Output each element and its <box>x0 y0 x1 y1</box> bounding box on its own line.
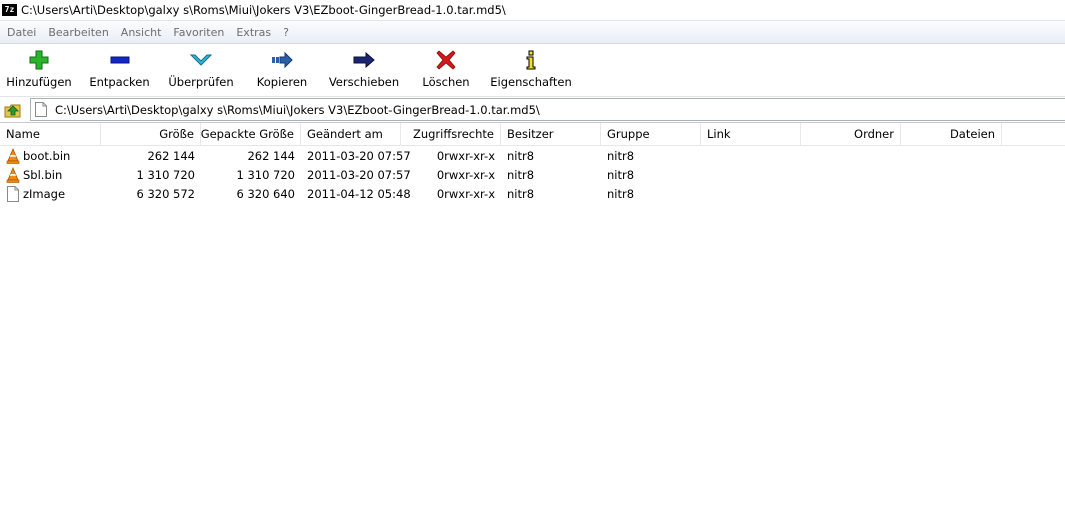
file-modified: 2011-03-20 07:57 <box>307 167 411 182</box>
file-list: boot.bin 262 144 262 144 2011-03-20 07:5… <box>0 146 1065 203</box>
vlc-cone-icon <box>6 166 20 183</box>
toolbar: Hinzufügen Entpacken Überprüfen Kopieren… <box>0 44 1065 97</box>
menu-extras[interactable]: Extras <box>231 26 278 39</box>
extract-button-label: Entpacken <box>89 75 150 89</box>
file-size: 6 320 572 <box>136 186 195 201</box>
test-button-label: Überprüfen <box>168 75 234 89</box>
column-header-link[interactable]: Link <box>701 123 801 145</box>
copy-button[interactable]: Kopieren <box>241 44 323 89</box>
delete-icon <box>434 49 458 71</box>
column-header-owner[interactable]: Besitzer <box>501 123 601 145</box>
file-name: boot.bin <box>23 148 71 163</box>
menu-datei[interactable]: Datei <box>2 26 43 39</box>
file-packed-size: 1 310 720 <box>236 167 295 182</box>
properties-button-label: Eigenschaften <box>490 75 572 89</box>
column-header-access[interactable]: Zugriffsrechte <box>401 123 501 145</box>
menu-bearbeiten[interactable]: Bearbeiten <box>43 26 115 39</box>
file-group: nitr8 <box>607 167 635 182</box>
extract-button[interactable]: Entpacken <box>78 44 161 89</box>
file-group: nitr8 <box>607 186 635 201</box>
menu-ansicht[interactable]: Ansicht <box>116 26 169 39</box>
extract-icon <box>108 49 132 71</box>
file-name-cell: zImage <box>0 184 101 203</box>
file-access: 0rwxr-xr-x <box>436 186 495 201</box>
add-button-label: Hinzufügen <box>6 75 72 89</box>
file-access: 0rwxr-xr-x <box>436 167 495 182</box>
delete-button[interactable]: Löschen <box>405 44 487 89</box>
file-size: 1 310 720 <box>136 167 195 182</box>
column-header-name[interactable]: Name <box>0 123 101 145</box>
column-header-group[interactable]: Gruppe <box>601 123 701 145</box>
file-name-cell: Sbl.bin <box>0 165 101 184</box>
file-name: zImage <box>23 186 66 201</box>
column-header-size[interactable]: Größe <box>101 123 201 145</box>
address-path: C:\Users\Arti\Desktop\galxy s\Roms\Miui\… <box>55 102 540 117</box>
file-list-header: Name Größe Gepackte Größe Geändert am Zu… <box>0 123 1065 146</box>
folder-up-icon <box>4 104 21 117</box>
move-button[interactable]: Verschieben <box>323 44 405 89</box>
delete-button-label: Löschen <box>422 75 470 89</box>
column-header-folders[interactable]: Ordner <box>801 123 901 145</box>
add-icon <box>27 49 51 71</box>
file-owner: nitr8 <box>507 167 535 182</box>
file-name: Sbl.bin <box>23 167 63 182</box>
file-modified: 2011-04-12 05:48 <box>307 186 411 201</box>
file-owner: nitr8 <box>507 148 535 163</box>
file-size: 262 144 <box>147 148 195 163</box>
table-row[interactable]: boot.bin 262 144 262 144 2011-03-20 07:5… <box>0 146 1065 165</box>
properties-button[interactable]: Eigenschaften <box>487 44 575 89</box>
move-button-label: Verschieben <box>328 75 400 89</box>
column-header-files[interactable]: Dateien <box>901 123 1002 145</box>
document-icon <box>35 102 47 117</box>
test-icon <box>189 49 213 71</box>
menu-bar: Datei Bearbeiten Ansicht Favoriten Extra… <box>0 20 1065 44</box>
test-button[interactable]: Überprüfen <box>161 44 241 89</box>
title-bar: 7z C:\Users\Arti\Desktop\galxy s\Roms\Mi… <box>0 0 1065 20</box>
move-icon <box>352 49 376 71</box>
address-bar: C:\Users\Arti\Desktop\galxy s\Roms\Miui\… <box>0 97 1065 123</box>
document-icon <box>7 185 19 202</box>
address-field[interactable]: C:\Users\Arti\Desktop\galxy s\Roms\Miui\… <box>30 98 1065 121</box>
file-packed-size: 6 320 640 <box>236 186 295 201</box>
file-group: nitr8 <box>607 148 635 163</box>
file-access: 0rwxr-xr-x <box>436 148 495 163</box>
add-button[interactable]: Hinzufügen <box>0 44 78 89</box>
window-title: C:\Users\Arti\Desktop\galxy s\Roms\Miui\… <box>21 3 506 17</box>
table-row[interactable]: zImage 6 320 572 6 320 640 2011-04-12 05… <box>0 184 1065 203</box>
vlc-cone-icon <box>6 147 20 164</box>
file-name-cell: boot.bin <box>0 146 101 165</box>
app-window: 7z C:\Users\Arti\Desktop\galxy s\Roms\Mi… <box>0 0 1065 530</box>
7zip-app-icon: 7z <box>2 4 17 16</box>
file-packed-size: 262 144 <box>247 148 295 163</box>
copy-button-label: Kopieren <box>256 75 308 89</box>
info-icon <box>519 49 543 71</box>
file-modified: 2011-03-20 07:57 <box>307 148 411 163</box>
menu-favoriten[interactable]: Favoriten <box>168 26 231 39</box>
column-header-modified[interactable]: Geändert am <box>301 123 401 145</box>
file-owner: nitr8 <box>507 186 535 201</box>
copy-icon <box>270 49 294 71</box>
up-folder-button[interactable] <box>2 99 24 121</box>
table-row[interactable]: Sbl.bin 1 310 720 1 310 720 2011-03-20 0… <box>0 165 1065 184</box>
column-header-packed-size[interactable]: Gepackte Größe <box>201 123 301 145</box>
menu-help[interactable]: ? <box>278 26 296 39</box>
